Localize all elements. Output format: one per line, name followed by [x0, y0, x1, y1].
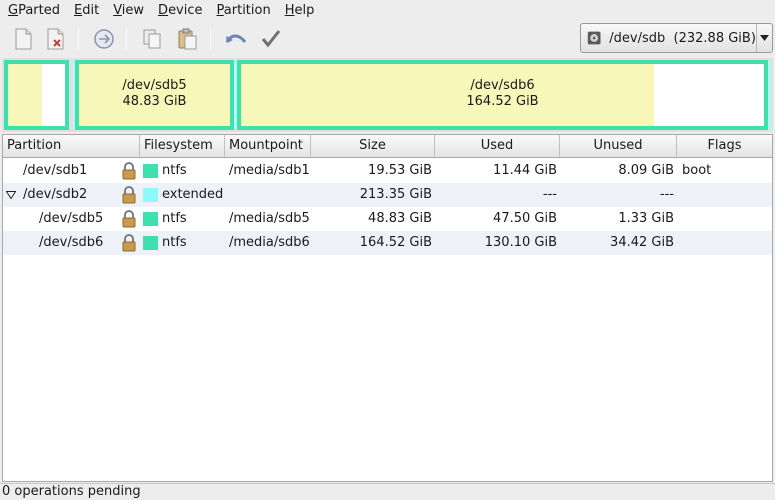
column-header-filesystem[interactable]: Filesystem — [140, 135, 225, 157]
partition-name: /dev/sdb6 — [39, 235, 104, 250]
column-header-mountpoint[interactable]: Mountpoint — [225, 135, 311, 157]
size: 213.35 GiB — [359, 187, 432, 202]
size: 48.83 GiB — [368, 211, 432, 226]
paste-icon — [178, 28, 197, 50]
delete-partition-button[interactable] — [41, 25, 69, 53]
hard-disk-icon — [587, 31, 601, 45]
menu-gparted[interactable]: GParted — [4, 0, 64, 22]
filesystem-color-swatch — [143, 164, 158, 178]
menu-view[interactable]: View — [109, 0, 148, 22]
used: 47.50 GiB — [493, 211, 557, 226]
column-header-used[interactable]: Used — [435, 135, 560, 157]
flags: boot — [682, 163, 712, 178]
filesystem: ntfs — [162, 163, 187, 178]
partition-table[interactable]: Partition Filesystem Mountpoint Size Use… — [2, 134, 773, 482]
filesystem-color-swatch — [143, 212, 158, 226]
used: 11.44 GiB — [493, 163, 557, 178]
unused: 1.33 GiB — [618, 211, 674, 226]
device-selector-label: /dev/sdb (232.88 GiB) — [609, 30, 756, 46]
column-header-size[interactable]: Size — [311, 135, 435, 157]
menu-device[interactable]: Device — [154, 0, 206, 22]
lock-icon — [122, 210, 136, 228]
chevron-down-icon[interactable] — [755, 24, 772, 52]
filesystem: ntfs — [162, 235, 187, 250]
delete-partition-icon — [47, 28, 64, 50]
partition-block-label: /dev/sdb5 48.83 GiB — [122, 78, 187, 109]
used-space-bar — [8, 64, 43, 126]
filesystem-color-swatch — [143, 236, 158, 250]
menu-help[interactable]: Help — [281, 0, 319, 22]
device-selector[interactable]: /dev/sdb (232.88 GiB) — [580, 23, 773, 53]
apply-button[interactable] — [257, 25, 285, 53]
column-header-unused[interactable]: Unused — [560, 135, 677, 157]
table-row[interactable]: /dev/sdb1 ntfs /media/sdb1 19.53 GiB 11.… — [3, 159, 772, 183]
partition-name: /dev/sdb1 — [23, 163, 88, 178]
column-header-flags[interactable]: Flags — [677, 135, 772, 157]
lock-icon — [122, 186, 136, 204]
mountpoint: /media/sdb1 — [229, 163, 310, 178]
new-partition-button[interactable] — [9, 25, 37, 53]
menu-bar: GParted Edit View Device Partition Help — [0, 0, 775, 22]
column-header-partition[interactable]: Partition — [3, 135, 140, 157]
menu-edit[interactable]: Edit — [70, 0, 103, 22]
copy-icon — [143, 29, 161, 49]
table-header: Partition Filesystem Mountpoint Size Use… — [3, 135, 772, 158]
mountpoint: /media/sdb6 — [229, 235, 310, 250]
partition-block-sdb1[interactable] — [4, 60, 69, 130]
table-row[interactable]: /dev/sdb6 ntfs /media/sdb6 164.52 GiB 13… — [3, 231, 772, 255]
unused: --- — [659, 187, 674, 202]
copy-button[interactable] — [138, 25, 166, 53]
partition-name: /dev/sdb2 — [23, 187, 88, 202]
undo-button[interactable] — [222, 25, 250, 53]
size: 164.52 GiB — [359, 235, 432, 250]
partition-block-sdb6[interactable]: /dev/sdb6 164.52 GiB — [237, 60, 768, 130]
lock-icon — [122, 162, 136, 180]
table-row[interactable]: /dev/sdb5 ntfs /media/sdb5 48.83 GiB 47.… — [3, 207, 772, 231]
resize-move-icon — [94, 29, 114, 49]
menu-partition[interactable]: Partition — [213, 0, 275, 22]
disk-visual-map: /dev/sdb5 48.83 GiB /dev/sdb6 164.52 GiB — [2, 58, 773, 132]
partition-name: /dev/sdb5 — [39, 211, 104, 226]
used: 130.10 GiB — [484, 235, 557, 250]
toolbar-separator — [126, 28, 127, 50]
partition-block-sdb5[interactable]: /dev/sdb5 48.83 GiB — [75, 60, 234, 130]
table-row[interactable]: /dev/sdb2 extended 213.35 GiB --- --- — [3, 183, 772, 207]
paste-button[interactable] — [173, 25, 201, 53]
status-bar: 0 operations pending — [0, 483, 775, 500]
unused: 34.42 GiB — [610, 235, 674, 250]
lock-icon — [122, 234, 136, 252]
resize-move-button[interactable] — [90, 25, 118, 53]
new-partition-icon — [15, 28, 32, 50]
size: 19.53 GiB — [368, 163, 432, 178]
unused: 8.09 GiB — [618, 163, 674, 178]
mountpoint: /media/sdb5 — [229, 211, 310, 226]
filesystem-color-swatch — [143, 188, 158, 202]
used: --- — [542, 187, 557, 202]
filesystem: ntfs — [162, 211, 187, 226]
toolbar-separator — [210, 28, 211, 50]
expander-triangle-icon[interactable] — [6, 191, 16, 199]
undo-icon — [225, 34, 247, 43]
apply-icon — [261, 30, 281, 48]
filesystem: extended — [162, 187, 224, 202]
toolbar-separator — [78, 28, 79, 50]
partition-block-label: /dev/sdb6 164.52 GiB — [466, 78, 539, 109]
